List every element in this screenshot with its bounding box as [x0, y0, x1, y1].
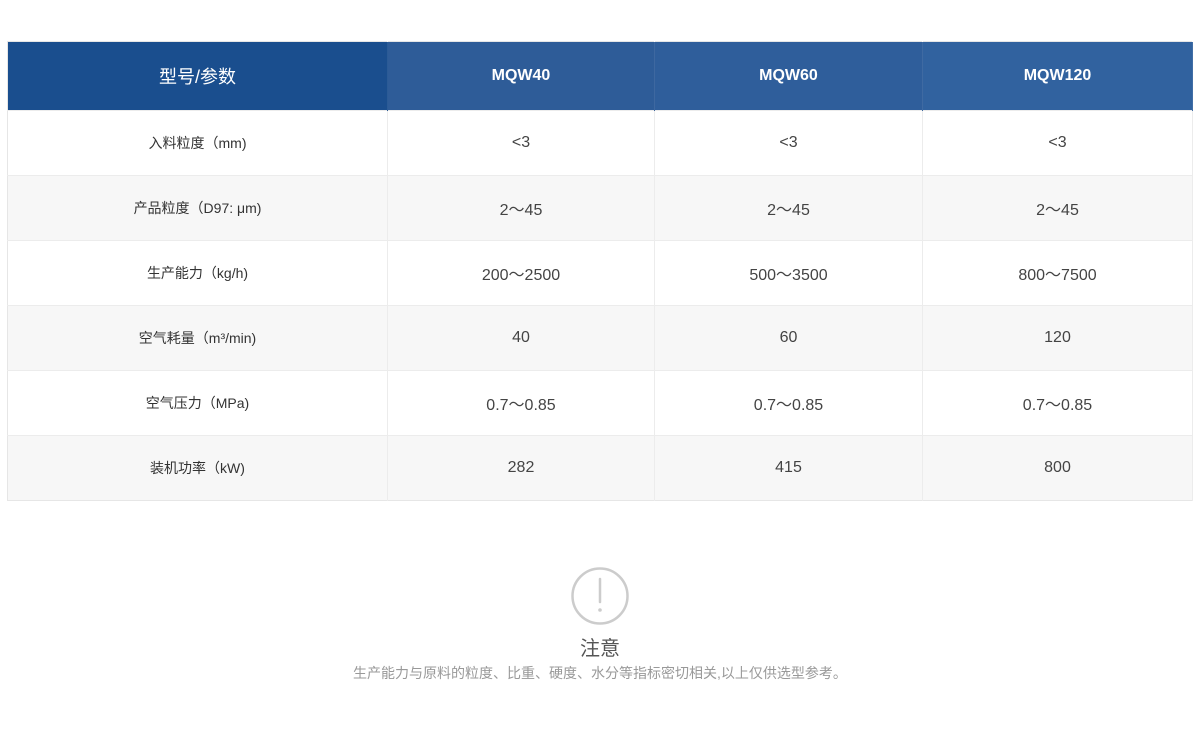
row-label: 空气压力（MPa)	[7, 370, 388, 436]
row-label: 装机功率（kW)	[7, 435, 388, 501]
table-cell: 40	[387, 305, 655, 371]
row-label: 产品粒度（D97: μm)	[7, 175, 388, 241]
row-label: 空气耗量（m³/min)	[7, 305, 388, 371]
table-row: 空气耗量（m³/min) 40 60 120	[7, 305, 1193, 371]
table-cell: 60	[654, 305, 923, 371]
table-row: 装机功率（kW) 282 415 800	[7, 435, 1193, 501]
table-cell: 282	[387, 435, 655, 501]
table-cell: 0.7～0.85	[922, 370, 1193, 436]
table-row: 空气压力（MPa) 0.7～0.85 0.7～0.85 0.7～0.85	[7, 370, 1193, 436]
header-mqw40: MQW40	[387, 41, 655, 111]
header-model-param: 型号/参数	[7, 41, 388, 111]
table-cell: 500～3500	[654, 240, 923, 306]
header-mqw60: MQW60	[654, 41, 923, 111]
table-cell: 120	[922, 305, 1193, 371]
table-cell: 2～45	[654, 175, 923, 241]
table-row: 产品粒度（D97: μm) 2～45 2～45 2～45	[7, 175, 1193, 241]
table-row: 生产能力（kg/h) 200～2500 500～3500 800～7500	[7, 240, 1193, 306]
table-cell: 2～45	[922, 175, 1193, 241]
table-cell: <3	[922, 110, 1193, 176]
spec-table: 型号/参数 MQW40 MQW60 MQW120 入料粒度（mm) <3 <3 …	[7, 41, 1193, 501]
table-cell: 2～45	[387, 175, 655, 241]
notice-text: 生产能力与原料的粒度、比重、硬度、水分等指标密切相关,以上仅供选型参考。	[353, 665, 847, 681]
table-cell: 800	[922, 435, 1193, 501]
notice-section: 注意 生产能力与原料的粒度、比重、硬度、水分等指标密切相关,以上仅供选型参考。	[0, 566, 1200, 684]
table-cell: 415	[654, 435, 923, 501]
header-mqw120: MQW120	[922, 41, 1193, 111]
table-cell: 0.7～0.85	[654, 370, 923, 436]
table-cell: 200～2500	[387, 240, 655, 306]
table-cell: <3	[387, 110, 655, 176]
notice-title: 注意	[580, 638, 620, 660]
table-cell: <3	[654, 110, 923, 176]
table-cell: 0.7～0.85	[387, 370, 655, 436]
page: 型号/参数 MQW40 MQW60 MQW120 入料粒度（mm) <3 <3 …	[0, 0, 1200, 750]
table-row: 入料粒度（mm) <3 <3 <3	[7, 110, 1193, 176]
row-label: 生产能力（kg/h)	[7, 240, 388, 306]
exclamation-circle-icon	[571, 567, 629, 625]
table-cell: 800～7500	[922, 240, 1193, 306]
row-label: 入料粒度（mm)	[7, 110, 388, 176]
table-header-row: 型号/参数 MQW40 MQW60 MQW120	[7, 41, 1193, 111]
